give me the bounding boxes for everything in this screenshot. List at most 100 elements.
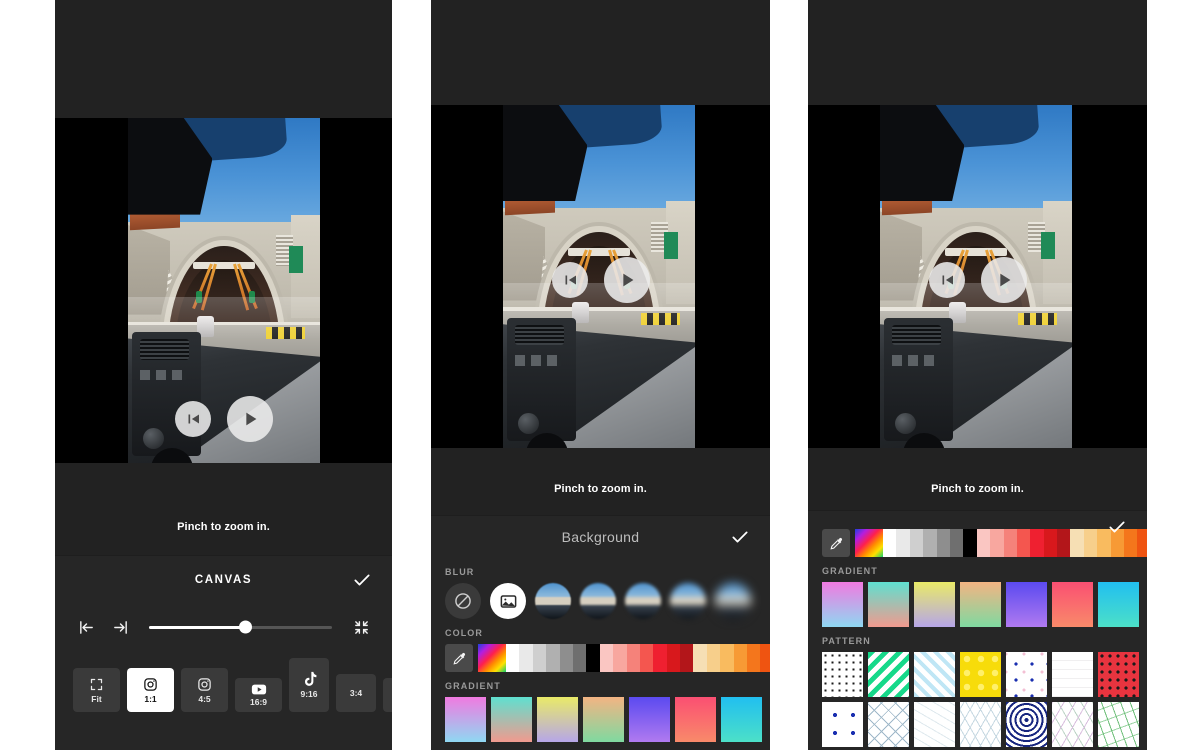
color-swatch-strip[interactable]	[808, 529, 1147, 557]
color-swatch-hue[interactable]	[855, 529, 883, 557]
color-swatch[interactable]	[937, 529, 950, 557]
gradient-swatch[interactable]	[868, 582, 909, 627]
color-swatch[interactable]	[1004, 529, 1017, 557]
color-swatch[interactable]	[560, 644, 573, 672]
check-icon[interactable]	[730, 527, 750, 547]
color-swatch[interactable]	[1057, 529, 1070, 557]
color-swatch[interactable]	[883, 529, 896, 557]
panel2-video-stage[interactable]	[431, 105, 770, 448]
video-preview[interactable]	[503, 105, 695, 448]
color-swatch[interactable]	[1137, 529, 1147, 557]
color-swatch[interactable]	[573, 644, 586, 672]
color-swatch[interactable]	[747, 644, 760, 672]
color-swatch[interactable]	[667, 644, 680, 672]
color-swatch[interactable]	[640, 644, 653, 672]
pattern-swatch[interactable]	[1006, 702, 1047, 747]
color-swatch[interactable]	[760, 644, 770, 672]
ratio-chip-4-5[interactable]: 4:5	[181, 668, 228, 712]
blur-level-3[interactable]	[625, 583, 661, 619]
color-swatch[interactable]	[586, 644, 599, 672]
color-swatch[interactable]	[1030, 529, 1043, 557]
color-swatch[interactable]	[1044, 529, 1057, 557]
color-swatch[interactable]	[720, 644, 733, 672]
gradient-swatch-row[interactable]	[808, 582, 1147, 627]
video-preview[interactable]	[128, 118, 320, 463]
color-swatch-strip[interactable]	[431, 644, 770, 672]
pattern-swatch-row-1[interactable]	[808, 652, 1147, 697]
color-swatch[interactable]	[950, 529, 963, 557]
color-swatch[interactable]	[896, 529, 909, 557]
pattern-swatch-row-2[interactable]	[808, 702, 1147, 747]
aspect-ratio-list[interactable]: Fit 1:1 4:5 16:9 9:16	[55, 650, 392, 726]
zoom-slider[interactable]	[149, 626, 332, 629]
color-swatch[interactable]	[910, 529, 923, 557]
pattern-swatch[interactable]	[1098, 702, 1139, 747]
color-swatch[interactable]	[613, 644, 626, 672]
gradient-swatch[interactable]	[960, 582, 1001, 627]
pattern-swatch[interactable]	[914, 702, 955, 747]
gradient-swatch[interactable]	[914, 582, 955, 627]
color-swatch[interactable]	[546, 644, 559, 672]
gradient-swatch[interactable]	[721, 697, 762, 742]
collapse-icon[interactable]	[348, 614, 374, 640]
eyedropper-icon[interactable]	[822, 529, 850, 557]
color-swatch[interactable]	[707, 644, 720, 672]
blur-level-2[interactable]	[580, 583, 616, 619]
video-preview[interactable]	[880, 105, 1072, 448]
ratio-chip-fit[interactable]: Fit	[73, 668, 120, 712]
gradient-swatch[interactable]	[583, 697, 624, 742]
gradient-swatch-row[interactable]	[431, 697, 770, 742]
ratio-chip-overflow[interactable]	[383, 678, 392, 712]
color-swatch[interactable]	[680, 644, 693, 672]
gradient-swatch[interactable]	[1006, 582, 1047, 627]
gradient-swatch[interactable]	[445, 697, 486, 742]
color-swatch[interactable]	[963, 529, 976, 557]
color-swatch[interactable]	[734, 644, 747, 672]
color-swatch[interactable]	[1070, 529, 1083, 557]
check-icon[interactable]	[352, 570, 372, 590]
align-start-icon[interactable]	[73, 614, 99, 640]
gradient-swatch[interactable]	[1052, 582, 1093, 627]
slider-thumb[interactable]	[239, 621, 252, 634]
blur-level-5[interactable]	[715, 583, 751, 619]
color-swatch[interactable]	[923, 529, 936, 557]
pattern-swatch[interactable]	[1052, 652, 1093, 697]
gradient-swatch[interactable]	[537, 697, 578, 742]
pattern-swatch[interactable]	[868, 702, 909, 747]
pattern-swatch[interactable]	[822, 702, 863, 747]
blur-none-option[interactable]	[445, 583, 481, 619]
gradient-swatch[interactable]	[1098, 582, 1139, 627]
blur-level-1[interactable]	[535, 583, 571, 619]
color-swatch[interactable]	[1017, 529, 1030, 557]
panel1-video-stage[interactable]	[55, 118, 392, 463]
pattern-swatch[interactable]	[822, 652, 863, 697]
ratio-chip-16-9[interactable]: 16:9	[235, 678, 282, 712]
gradient-swatch[interactable]	[491, 697, 532, 742]
pattern-swatch[interactable]	[1052, 702, 1093, 747]
gradient-swatch[interactable]	[675, 697, 716, 742]
canvas-slider-row[interactable]	[55, 604, 392, 650]
color-swatch[interactable]	[627, 644, 640, 672]
blur-options[interactable]	[431, 583, 770, 619]
blur-level-4[interactable]	[670, 583, 706, 619]
color-swatch-hue[interactable]	[478, 644, 506, 672]
gradient-swatch[interactable]	[822, 582, 863, 627]
blur-original-option[interactable]	[490, 583, 526, 619]
color-swatch[interactable]	[653, 644, 666, 672]
color-swatch[interactable]	[990, 529, 1003, 557]
pattern-swatch[interactable]	[868, 652, 909, 697]
pattern-swatch[interactable]	[960, 702, 1001, 747]
gradient-swatch[interactable]	[629, 697, 670, 742]
color-swatch[interactable]	[533, 644, 546, 672]
panel3-video-stage[interactable]	[808, 105, 1147, 448]
color-swatch[interactable]	[506, 644, 519, 672]
ratio-chip-1-1[interactable]: 1:1	[127, 668, 174, 712]
ratio-chip-3-4[interactable]: 3:4	[336, 674, 376, 712]
pattern-swatch[interactable]	[960, 652, 1001, 697]
color-swatch[interactable]	[977, 529, 990, 557]
eyedropper-icon[interactable]	[445, 644, 473, 672]
align-end-icon[interactable]	[107, 614, 133, 640]
pattern-swatch[interactable]	[1006, 652, 1047, 697]
pattern-swatch[interactable]	[914, 652, 955, 697]
color-swatch[interactable]	[693, 644, 706, 672]
